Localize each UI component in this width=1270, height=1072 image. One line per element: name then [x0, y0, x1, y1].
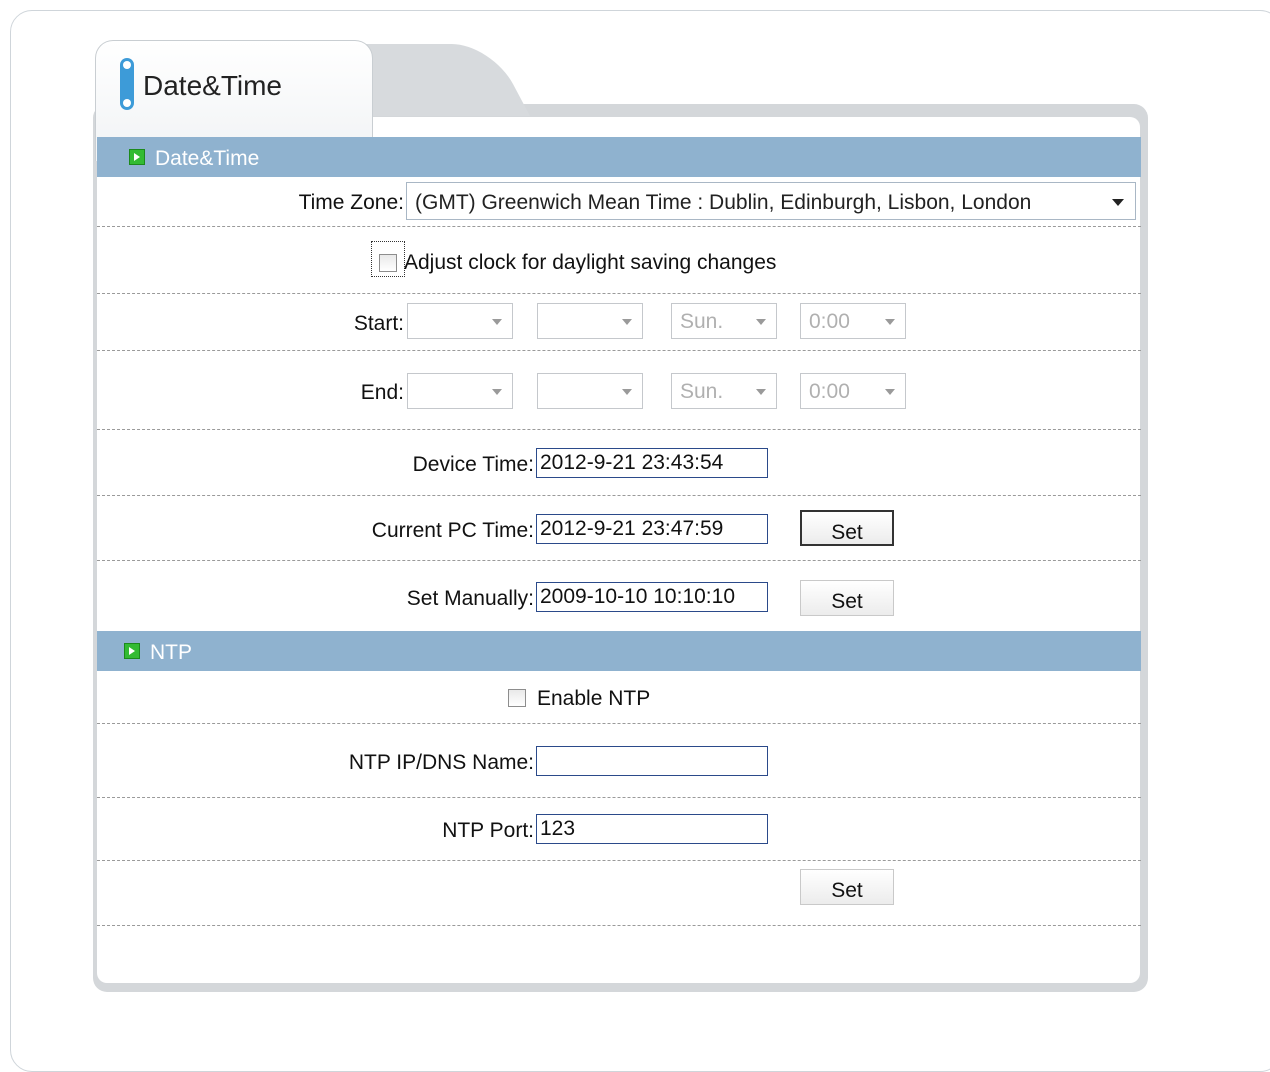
start-day-value: Sun. — [680, 310, 724, 333]
tab-pill-icon — [120, 58, 134, 110]
end-day-select[interactable]: Sun. — [671, 373, 777, 409]
divider — [97, 350, 1141, 351]
section-header-datetime: Date&Time — [97, 137, 1141, 177]
divider — [97, 723, 1141, 724]
start-day-select[interactable]: Sun. — [671, 303, 777, 339]
ntp-server-field[interactable] — [536, 746, 768, 776]
chevron-down-icon — [492, 389, 502, 395]
enable-ntp-checkbox[interactable] — [508, 689, 526, 707]
chevron-down-icon — [492, 319, 502, 325]
daylight-label: Adjust clock for daylight saving changes — [404, 251, 777, 274]
section-title-ntp: NTP — [150, 641, 192, 664]
pc-time-label: Current PC Time: — [371, 519, 534, 542]
divider — [97, 293, 1141, 294]
enable-ntp-label: Enable NTP — [537, 687, 651, 710]
divider — [97, 226, 1141, 227]
divider — [97, 797, 1141, 798]
timezone-value: (GMT) Greenwich Mean Time : Dublin, Edin… — [415, 191, 1032, 214]
start-week-select[interactable] — [407, 303, 513, 339]
manual-time-label: Set Manually: — [406, 587, 534, 610]
start-time-select[interactable]: 0:00 — [800, 303, 906, 339]
divider — [97, 429, 1141, 430]
chevron-down-icon — [756, 319, 766, 325]
chevron-down-icon — [622, 319, 632, 325]
ntp-server-label: NTP IP/DNS Name: — [348, 751, 534, 774]
section-header-ntp: NTP — [97, 631, 1141, 671]
end-day-value: Sun. — [680, 380, 724, 403]
section-title-datetime: Date&Time — [155, 147, 260, 170]
divider — [97, 560, 1141, 561]
start-label: Start: — [353, 312, 404, 335]
section-arrow-icon — [129, 149, 145, 165]
chevron-down-icon — [756, 389, 766, 395]
start-time-value: 0:00 — [809, 310, 850, 333]
chevron-down-icon — [1112, 199, 1124, 206]
divider — [97, 860, 1141, 861]
end-month-select[interactable] — [537, 373, 643, 409]
chevron-down-icon — [885, 319, 895, 325]
divider — [97, 495, 1141, 496]
ntp-port-field[interactable]: 123 — [536, 814, 768, 844]
panel-body — [97, 117, 1140, 983]
timezone-select[interactable]: (GMT) Greenwich Mean Time : Dublin, Edin… — [406, 182, 1136, 220]
daylight-checkbox[interactable] — [379, 254, 397, 272]
set-ntp-button[interactable]: Set — [800, 869, 894, 905]
tab-title: Date&Time — [143, 70, 283, 101]
ntp-port-label: NTP Port: — [442, 819, 534, 842]
divider — [97, 925, 1141, 926]
end-time-select[interactable]: 0:00 — [800, 373, 906, 409]
start-month-select[interactable] — [537, 303, 643, 339]
set-pc-time-button[interactable]: Set — [800, 510, 894, 546]
chevron-down-icon — [622, 389, 632, 395]
device-time-field[interactable]: 2012-9-21 23:43:54 — [536, 448, 768, 478]
timezone-label: Time Zone: — [298, 191, 404, 214]
pc-time-field[interactable]: 2012-9-21 23:47:59 — [536, 514, 768, 544]
set-manual-time-button[interactable]: Set — [800, 580, 894, 616]
end-label: End: — [360, 381, 404, 404]
end-week-select[interactable] — [407, 373, 513, 409]
device-time-label: Device Time: — [412, 453, 534, 476]
manual-time-field[interactable]: 2009-10-10 10:10:10 — [536, 582, 768, 612]
section-arrow-icon — [124, 643, 140, 659]
chevron-down-icon — [885, 389, 895, 395]
end-time-value: 0:00 — [809, 380, 850, 403]
